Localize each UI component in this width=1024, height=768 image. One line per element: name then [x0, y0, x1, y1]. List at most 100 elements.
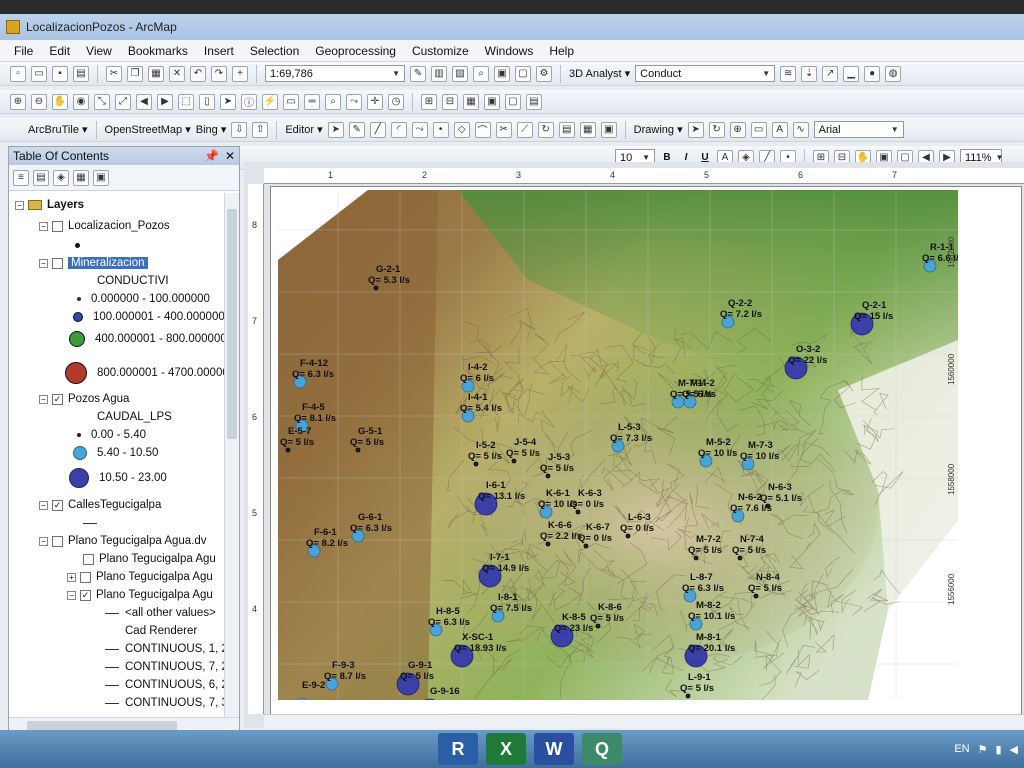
- list-by-drawing-order-icon[interactable]: ≡: [13, 169, 29, 186]
- edit-tool-icon[interactable]: ➤: [327, 121, 344, 138]
- bing-menu[interactable]: Bing ▾: [196, 123, 227, 136]
- measure-icon[interactable]: ═: [304, 93, 320, 110]
- well-marker[interactable]: [595, 623, 601, 629]
- zoom-100-icon[interactable]: ▢: [505, 93, 521, 110]
- menu-selection[interactable]: Selection: [250, 44, 299, 58]
- taskbar-excel-app[interactable]: X: [486, 733, 526, 765]
- zoom-in-icon[interactable]: ⊕: [10, 93, 26, 110]
- well-marker[interactable]: [583, 543, 589, 549]
- collapse-icon[interactable]: −: [39, 221, 48, 231]
- menu-bookmarks[interactable]: Bookmarks: [128, 44, 188, 58]
- splined-text-icon[interactable]: ∿: [792, 121, 809, 138]
- toc-window-icon[interactable]: ▥: [431, 65, 447, 82]
- collapse-icon[interactable]: −: [39, 258, 48, 268]
- zoom-fixed-icon[interactable]: ▤: [526, 93, 542, 110]
- map-frame[interactable]: R-1-1Q= 6.6 l/sG-2-1Q= 5.3 l/sQ-2-2Q= 7.…: [278, 190, 958, 700]
- trace-icon[interactable]: ⤳: [411, 121, 428, 138]
- zoom-to-element-icon[interactable]: ⊕: [729, 121, 746, 138]
- sketch-properties-icon[interactable]: ▦: [579, 121, 596, 138]
- open-folder-icon[interactable]: ▭: [31, 65, 47, 82]
- font-combo[interactable]: Arial ▼: [813, 121, 904, 138]
- endpoint-arc-icon[interactable]: ◜: [390, 121, 407, 138]
- well-marker[interactable]: [625, 533, 631, 539]
- rectangle-icon[interactable]: ▭: [750, 121, 767, 138]
- toc-options-icon[interactable]: ▣: [93, 169, 109, 186]
- close-icon[interactable]: ✕: [225, 149, 235, 163]
- identify-icon[interactable]: ⓘ: [241, 93, 257, 110]
- flag-icon[interactable]: ⚑: [978, 743, 988, 756]
- list-by-selection-icon[interactable]: ▦: [73, 169, 89, 186]
- 3d-analyst-label[interactable]: 3D Analyst ▾: [569, 67, 630, 80]
- profile-graph-icon[interactable]: ▁: [843, 65, 860, 82]
- zoom-whole-page-icon[interactable]: ▣: [484, 93, 500, 110]
- well-marker[interactable]: [737, 555, 743, 561]
- toc-sublayer[interactable]: Plano Tegucigalpa Agu: [83, 551, 216, 567]
- add-data-icon[interactable]: +: [232, 65, 248, 82]
- menu-geoprocessing[interactable]: Geoprocessing: [315, 44, 396, 58]
- well-marker[interactable]: [473, 461, 479, 467]
- collapse-icon[interactable]: −: [67, 590, 76, 600]
- steepest-path-icon[interactable]: ⇣: [801, 65, 818, 82]
- taskbar-qgis-app[interactable]: Q: [582, 733, 622, 765]
- find-icon[interactable]: ⌕: [325, 93, 341, 110]
- menu-edit[interactable]: Edit: [49, 44, 70, 58]
- menu-windows[interactable]: Windows: [485, 44, 534, 58]
- arcbrutile-menu[interactable]: ArcBruTile ▾: [28, 123, 88, 136]
- cut-icon[interactable]: ✂: [106, 65, 122, 82]
- fixed-zoom-out-icon[interactable]: ⤢: [115, 93, 131, 110]
- model-builder-icon[interactable]: ⚙: [536, 65, 552, 82]
- editor-menu[interactable]: Editor ▾: [285, 123, 322, 136]
- fixed-zoom-in-icon[interactable]: ⤡: [94, 93, 110, 110]
- attributes-icon[interactable]: ▤: [558, 121, 575, 138]
- taskbar-r-app[interactable]: R: [438, 733, 478, 765]
- upload-icon[interactable]: ⇧: [252, 121, 269, 138]
- well-marker[interactable]: [765, 503, 771, 509]
- well-marker[interactable]: [355, 447, 361, 453]
- layout-zoom-in-icon[interactable]: ⊞: [421, 93, 437, 110]
- toc-sublayer[interactable]: − ✓ Plano Tegucigalpa Agu: [67, 587, 213, 603]
- point-icon[interactable]: •: [432, 121, 449, 138]
- toc-layer-pozos[interactable]: − ✓ Pozos Agua: [39, 391, 129, 407]
- collapse-icon[interactable]: −: [39, 536, 48, 546]
- select-features-icon[interactable]: ⬚: [178, 93, 194, 110]
- line-of-sight-icon[interactable]: ↗: [822, 65, 839, 82]
- layer-visibility-checkbox[interactable]: [52, 220, 63, 232]
- menu-insert[interactable]: Insert: [204, 44, 234, 58]
- back-icon[interactable]: ◀: [136, 93, 152, 110]
- text-icon[interactable]: A: [771, 121, 788, 138]
- well-marker[interactable]: [685, 693, 691, 699]
- clear-selection-icon[interactable]: ▯: [199, 93, 215, 110]
- rotate-icon[interactable]: ↻: [537, 121, 554, 138]
- scrollbar-thumb[interactable]: [227, 209, 237, 439]
- volume-icon[interactable]: ◀: [1010, 743, 1018, 756]
- well-marker[interactable]: [575, 509, 581, 515]
- search-window-icon[interactable]: ⌕: [473, 65, 489, 82]
- edit-annotation-icon[interactable]: ✎: [348, 121, 365, 138]
- go-to-xy-icon[interactable]: ✛: [367, 93, 383, 110]
- forward-icon[interactable]: ▶: [157, 93, 173, 110]
- time-slider-icon[interactable]: ◷: [388, 93, 404, 110]
- print-icon[interactable]: ▤: [73, 65, 89, 82]
- menu-file[interactable]: File: [14, 44, 33, 58]
- delete-icon[interactable]: ✕: [169, 65, 185, 82]
- download-icon[interactable]: ⇩: [231, 121, 248, 138]
- arcscene-icon[interactable]: ●: [864, 65, 881, 82]
- straight-segment-icon[interactable]: ╱: [369, 121, 386, 138]
- network-icon[interactable]: ▮: [995, 743, 1001, 756]
- well-marker[interactable]: [545, 541, 551, 547]
- layer-visibility-checkbox[interactable]: [83, 553, 94, 565]
- toc-sublayer[interactable]: + Plano Tegucigalpa Agu: [67, 569, 213, 585]
- layer-visibility-checkbox[interactable]: [52, 535, 63, 547]
- arctoolbox-icon[interactable]: ▣: [494, 65, 510, 82]
- menu-help[interactable]: Help: [549, 44, 574, 58]
- cut-polygons-icon[interactable]: ✂: [495, 121, 512, 138]
- list-by-source-icon[interactable]: ▤: [33, 169, 49, 186]
- arcglobe-icon[interactable]: ◍: [885, 65, 902, 82]
- language-indicator[interactable]: EN: [954, 743, 969, 755]
- collapse-icon[interactable]: −: [15, 200, 24, 210]
- layers-root[interactable]: − Layers: [15, 197, 84, 213]
- well-marker[interactable]: [511, 458, 517, 464]
- layer-visibility-checkbox[interactable]: ✓: [80, 589, 91, 601]
- layout-zoom-out-icon[interactable]: ⊟: [442, 93, 458, 110]
- create-features-icon[interactable]: ▣: [600, 121, 617, 138]
